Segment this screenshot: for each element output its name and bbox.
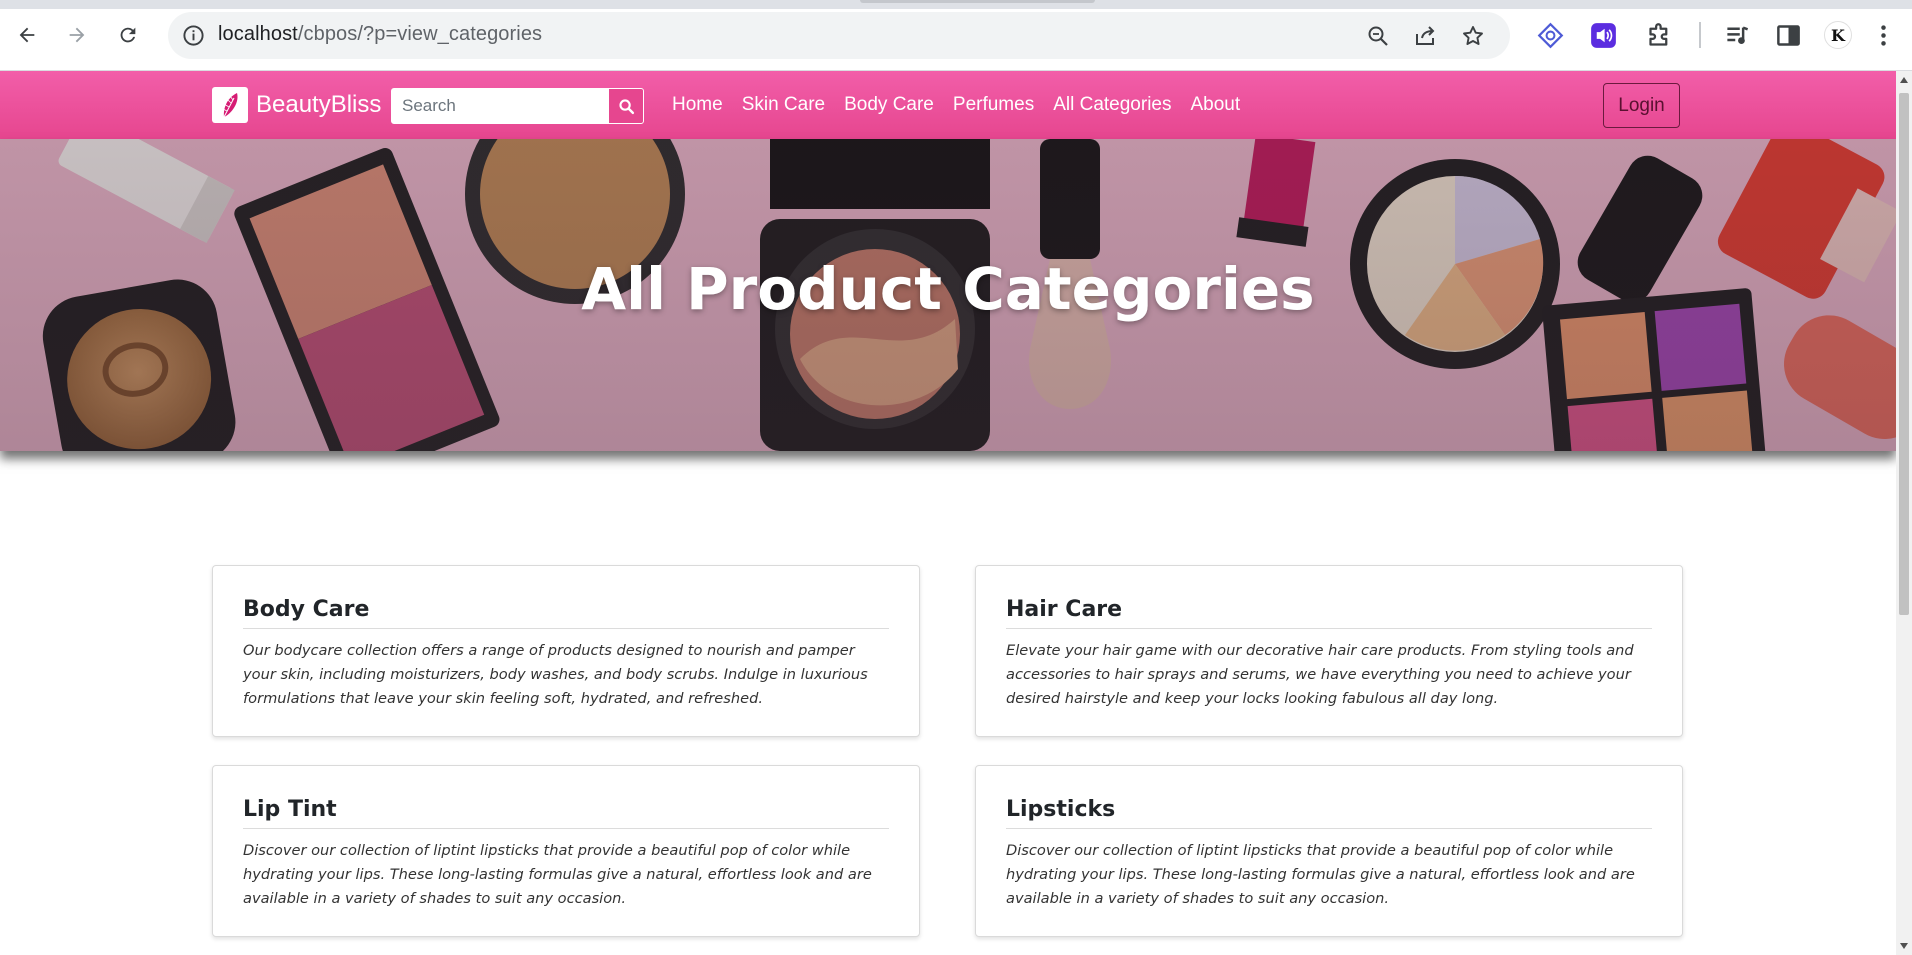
forward-button[interactable]	[59, 17, 95, 53]
category-description: Discover our collection of liptint lipst…	[243, 842, 872, 907]
search-button[interactable]	[608, 88, 644, 124]
profile-avatar[interactable]: K	[1824, 21, 1852, 49]
category-description: Elevate your hair game with our decorati…	[1006, 642, 1634, 707]
address-bar[interactable]: localhost/cbpos/?p=view_categories	[168, 12, 1510, 59]
site-navbar: BeautyBliss Home Skin Care Body Care Per…	[0, 71, 1896, 139]
sidebar-icon[interactable]	[1775, 22, 1802, 49]
reload-button[interactable]	[110, 17, 146, 53]
tab-strip	[0, 0, 1912, 9]
star-icon[interactable]	[1461, 24, 1485, 48]
scroll-up-arrow[interactable]	[1900, 77, 1908, 83]
nav-link-about[interactable]: About	[1190, 94, 1240, 116]
category-card[interactable]: Hair Care Elevate your hair game with ou…	[975, 565, 1683, 737]
url-host: localhost	[218, 23, 298, 45]
extension-speaker-icon[interactable]	[1590, 22, 1617, 49]
forward-arrow-icon	[69, 27, 85, 43]
nav-link-skin-care[interactable]: Skin Care	[742, 94, 825, 116]
search-input[interactable]	[391, 88, 608, 124]
category-description: Our bodycare collection offers a range o…	[243, 642, 868, 707]
brand-link[interactable]: BeautyBliss	[212, 87, 381, 123]
extensions-puzzle-icon[interactable]	[1646, 22, 1673, 49]
category-card[interactable]: Body Care Our bodycare collection offers…	[212, 565, 920, 737]
nav-link-home[interactable]: Home	[672, 94, 723, 116]
media-icon[interactable]	[1724, 22, 1751, 49]
search-icon	[618, 98, 634, 114]
zoom-icon[interactable]	[1366, 24, 1390, 48]
nav-link-body-care[interactable]: Body Care	[844, 94, 934, 116]
url-text[interactable]: localhost/cbpos/?p=view_categories	[218, 23, 542, 46]
toolbar-separator	[1699, 22, 1701, 48]
category-title[interactable]: Body Care	[243, 596, 889, 629]
category-title[interactable]: Lipsticks	[1006, 796, 1652, 829]
back-arrow-icon	[19, 27, 35, 43]
nav-link-all-categories[interactable]: All Categories	[1053, 94, 1171, 116]
brand-name: BeautyBliss	[256, 91, 382, 118]
back-button[interactable]	[9, 17, 45, 53]
main-nav: Home Skin Care Body Care Perfumes All Ca…	[672, 71, 1259, 139]
category-title[interactable]: Hair Care	[1006, 596, 1652, 629]
share-icon[interactable]	[1413, 24, 1437, 48]
category-card[interactable]: Lip Tint Discover our collection of lipt…	[212, 765, 920, 937]
extension-diamond-icon[interactable]	[1537, 22, 1564, 49]
category-description: Discover our collection of liptint lipst…	[1006, 842, 1635, 907]
category-card[interactable]: Lipsticks Discover our collection of lip…	[975, 765, 1683, 937]
page-title: All Product Categories	[581, 255, 1315, 323]
kebab-menu-icon[interactable]	[1870, 22, 1897, 49]
page-scrollbar[interactable]	[1896, 71, 1912, 955]
scroll-down-arrow[interactable]	[1900, 943, 1908, 949]
scroll-thumb[interactable]	[1899, 93, 1909, 615]
url-path: /cbpos/?p=view_categories	[297, 23, 543, 45]
browser-toolbar: localhost/cbpos/?p=view_categories K	[0, 0, 1912, 71]
brand-logo	[212, 87, 248, 123]
reload-icon	[120, 27, 136, 43]
feather-logo-icon	[222, 93, 238, 118]
login-button[interactable]: Login	[1603, 83, 1680, 128]
info-icon[interactable]	[182, 24, 205, 47]
hero-banner: All Product Categories	[0, 139, 1896, 451]
nav-link-perfumes[interactable]: Perfumes	[953, 94, 1034, 116]
active-tab-hint[interactable]	[860, 0, 1095, 3]
category-title[interactable]: Lip Tint	[243, 796, 889, 829]
